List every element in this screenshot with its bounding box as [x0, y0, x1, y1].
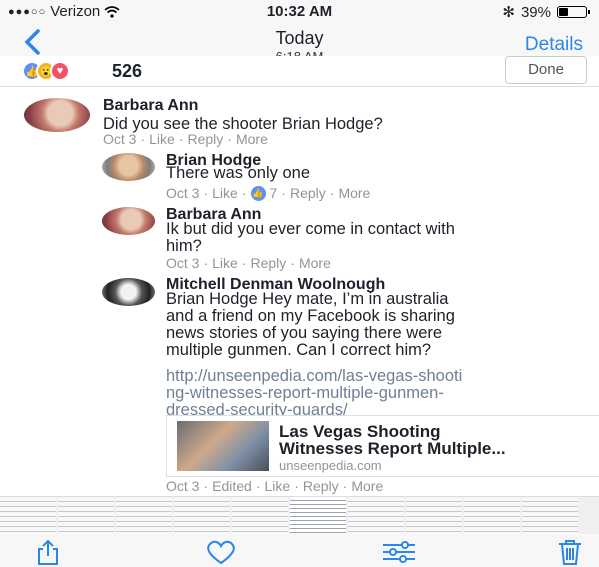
adjust-icon[interactable] — [381, 538, 417, 566]
thumbnail[interactable] — [232, 497, 288, 535]
comment-meta: Oct 3 · Like · Reply · More — [166, 255, 331, 271]
share-icon[interactable] — [34, 538, 62, 566]
battery-percent: 39% — [520, 3, 551, 21]
comment-date: Oct 3 — [166, 185, 200, 201]
reply-link[interactable]: Reply — [303, 478, 339, 494]
avatar[interactable] — [102, 153, 155, 181]
link-preview-image — [177, 421, 269, 471]
link-preview-domain: unseenpedia.com — [279, 458, 382, 473]
thumbnail[interactable] — [174, 497, 230, 535]
avatar[interactable] — [102, 278, 155, 306]
comment-text-line: him? — [166, 237, 202, 255]
like-count[interactable]: 7 — [270, 185, 278, 201]
status-bar: ●●●○○ Verizon 10:32 AM ✻ 39% — [0, 0, 599, 22]
reply-link[interactable]: Reply — [188, 131, 224, 147]
comment-meta: Oct 3 · Like · Reply · More — [103, 131, 268, 147]
more-link[interactable]: More — [236, 131, 268, 147]
reaction-count[interactable]: 526 — [112, 61, 142, 82]
bluetooth-icon: ✻ — [502, 4, 515, 21]
avatar[interactable] — [24, 98, 90, 132]
thumbnail[interactable] — [464, 497, 520, 535]
status-right: ✻ 39% — [502, 3, 590, 21]
like-link[interactable]: Like — [212, 255, 238, 271]
comment-text-line: multiple gunmen. Can I correct him? — [166, 341, 432, 359]
more-link[interactable]: More — [299, 255, 331, 271]
bottom-toolbar — [0, 534, 599, 567]
link-preview-card[interactable]: Las Vegas Shooting Witnesses Report Mult… — [166, 415, 599, 477]
avatar[interactable] — [102, 207, 155, 235]
heart-icon[interactable] — [204, 538, 238, 566]
battery-fill — [559, 8, 568, 16]
comment-author[interactable]: Barbara Ann — [103, 97, 198, 115]
comment-text-line: Ik but did you ever come in contact with — [166, 220, 455, 238]
details-button[interactable]: Details — [525, 34, 583, 56]
reaction-icons[interactable]: 👍 😮 ♥ — [22, 61, 70, 81]
done-button[interactable]: Done — [505, 56, 587, 84]
thumbnail[interactable] — [116, 497, 172, 535]
like-count-icon: 👍 — [250, 185, 266, 201]
like-link[interactable]: Like — [149, 131, 175, 147]
thumbnail-strip[interactable] — [0, 496, 599, 535]
comment-meta: Oct 3 · Edited · Like · Reply · More — [166, 478, 384, 494]
edited-label: Edited — [212, 478, 252, 494]
more-link[interactable]: More — [351, 478, 383, 494]
trash-icon[interactable] — [556, 538, 584, 566]
comment-date: Oct 3 — [103, 131, 137, 147]
love-icon: ♥ — [50, 61, 70, 81]
link-preview-title-line: Witnesses Report Multiple... — [279, 439, 506, 458]
thumbnail-selected[interactable] — [290, 497, 346, 535]
more-link[interactable]: More — [338, 185, 370, 201]
thumbnail[interactable] — [522, 497, 578, 535]
comment-meta: Oct 3 · Like · 👍 7 · Reply · More — [166, 185, 371, 201]
like-link[interactable]: Like — [265, 478, 291, 494]
thumbnail[interactable] — [58, 497, 114, 535]
comment-date: Oct 3 — [166, 255, 200, 271]
thumbnail[interactable] — [348, 497, 404, 535]
reply-link[interactable]: Reply — [290, 185, 326, 201]
comment-text: There was only one — [166, 164, 310, 182]
battery-icon — [557, 6, 590, 18]
nav-title: Today — [275, 28, 324, 48]
thumbnail[interactable] — [406, 497, 462, 535]
like-link[interactable]: Like — [212, 185, 238, 201]
reply-link[interactable]: Reply — [251, 255, 287, 271]
reactions-row: 👍 😮 ♥ 526 Done — [0, 56, 599, 87]
thumbnail[interactable] — [0, 497, 56, 535]
comment-date: Oct 3 — [166, 478, 200, 494]
